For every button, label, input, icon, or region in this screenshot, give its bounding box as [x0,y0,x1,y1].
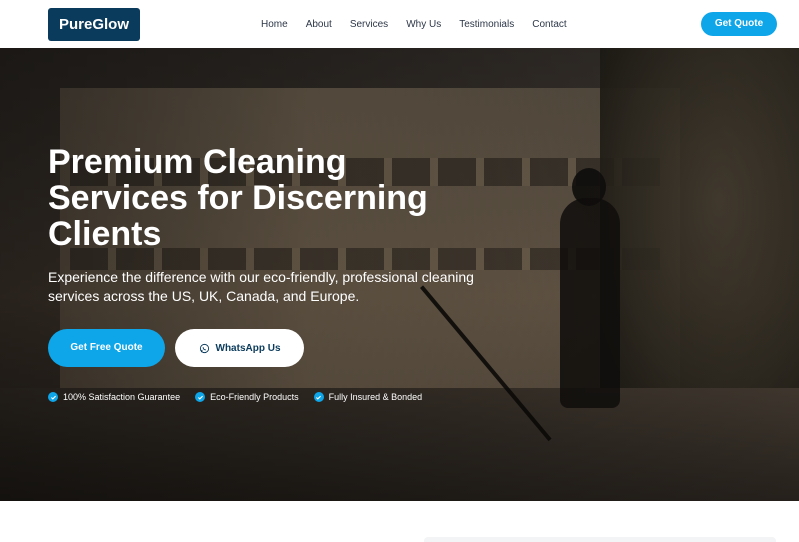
nav-link-services[interactable]: Services [350,19,388,30]
feature-label: Eco-Friendly Products [210,392,299,402]
get-quote-button[interactable]: Get Quote [701,12,777,36]
whatsapp-button[interactable]: WhatsApp Us [175,329,304,367]
feature-item: Eco-Friendly Products [195,392,299,402]
hero-subtitle: Experience the difference with our eco-f… [48,269,474,304]
hero-title: Premium Cleaning Services for Discerning… [48,143,428,253]
feature-list: 100% Satisfaction Guarantee Eco-Friendly… [48,392,437,402]
site-header: PureGlow Home About Services Why Us Test… [0,0,799,48]
next-section-card [424,537,776,542]
feature-item: 100% Satisfaction Guarantee [48,392,180,402]
logo[interactable]: PureGlow [48,8,140,41]
feature-label: Fully Insured & Bonded [328,392,423,402]
next-section [0,501,799,542]
feature-label: 100% Satisfaction Guarantee [63,392,181,402]
main-nav: Home About Services Why Us Testimonials … [252,0,576,48]
hero-section: Premium Cleaning Services for Discerning… [0,48,799,501]
check-circle-icon [195,392,206,402]
get-free-quote-button[interactable]: Get Free Quote [48,329,165,367]
nav-link-testimonials[interactable]: Testimonials [459,19,514,30]
nav-link-about[interactable]: About [306,19,332,30]
check-circle-icon [313,392,324,402]
feature-item: Fully Insured & Bonded [313,392,423,402]
check-circle-icon [48,392,58,402]
nav-link-home[interactable]: Home [261,19,288,30]
whatsapp-button-label: WhatsApp Us [215,342,281,354]
nav-link-why-us[interactable]: Why Us [406,19,441,30]
nav-link-contact[interactable]: Contact [532,19,566,30]
whatsapp-icon [199,343,209,353]
